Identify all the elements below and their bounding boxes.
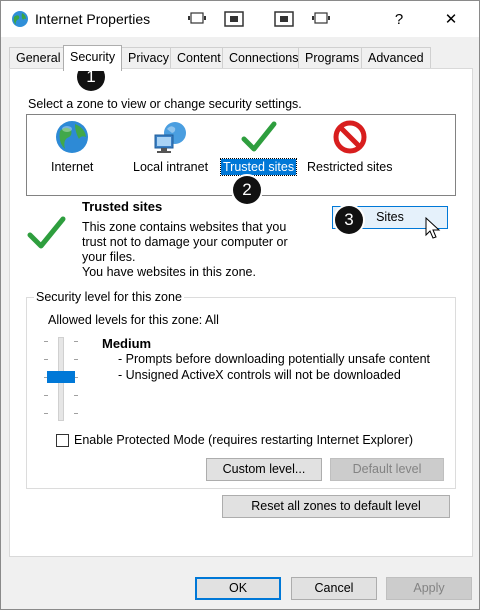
security-level-detail: - Unsigned ActiveX controls will not be … (118, 368, 401, 382)
allowed-levels-label: Allowed levels for this zone: All (48, 313, 219, 327)
window-restore-small-icon[interactable] (223, 11, 245, 27)
internet-properties-window: Internet Properties ? ✕ General Security… (0, 0, 480, 610)
zone-restricted-sites[interactable]: Restricted sites (305, 119, 394, 175)
apply-button[interactable]: Apply (386, 577, 472, 600)
security-level-slider-thumb[interactable] (47, 371, 75, 383)
help-button[interactable]: ? (379, 1, 419, 37)
tab-strip: General Security Privacy Content Connect… (9, 45, 473, 71)
callout-2: 2 (233, 176, 261, 204)
window-title: Internet Properties (35, 11, 151, 27)
zone-trusted-sites[interactable]: Trusted sites (219, 119, 298, 176)
reset-all-zones-button[interactable]: Reset all zones to default level (222, 495, 450, 518)
zone-prompt: Select a zone to view or change security… (28, 97, 302, 111)
protected-mode-checkbox[interactable] (56, 433, 69, 447)
protected-mode-row[interactable]: Enable Protected Mode (requires restarti… (56, 433, 413, 447)
zone-internet[interactable]: Internet (49, 119, 95, 175)
restricted-icon (333, 120, 367, 154)
internet-properties-icon (12, 11, 28, 27)
zone-label-internet: Internet (51, 160, 94, 174)
callout-3: 3 (335, 206, 363, 234)
security-level-group-label: Security level for this zone (34, 290, 184, 304)
zone-title: Trusted sites (82, 199, 163, 214)
trusted-zone-check-icon (27, 216, 66, 249)
zone-description: This zone contains websites that you tru… (82, 220, 288, 279)
tab-advanced[interactable]: Advanced (361, 47, 431, 69)
tab-content[interactable]: Content (170, 47, 228, 69)
cancel-button[interactable]: Cancel (291, 577, 377, 600)
tab-connections[interactable]: Connections (222, 47, 306, 69)
default-level-button[interactable]: Default level (330, 458, 444, 481)
security-level-name: Medium (102, 336, 152, 351)
tab-programs[interactable]: Programs (298, 47, 367, 69)
intranet-icon (154, 122, 186, 153)
mouse-cursor-icon (425, 217, 441, 239)
globe-icon (56, 121, 89, 153)
ok-button[interactable]: OK (195, 577, 281, 600)
tab-general[interactable]: General (9, 47, 68, 69)
tab-security[interactable]: Security (63, 45, 123, 71)
check-icon (241, 121, 277, 152)
security-level-detail: - Prompts before downloading potentially… (118, 352, 430, 366)
title-bar: Internet Properties ? ✕ (1, 1, 479, 37)
zone-local-intranet[interactable]: Local intranet (131, 119, 210, 175)
custom-level-button[interactable]: Custom level... (206, 458, 322, 481)
protected-mode-label[interactable]: Enable Protected Mode (requires restarti… (74, 433, 413, 447)
window-snap-icon[interactable] (187, 11, 207, 25)
security-panel: Select a zone to view or change security… (9, 68, 473, 557)
window-maximize-small-icon[interactable] (273, 11, 295, 27)
window-snap-right-icon[interactable] (311, 11, 331, 25)
tab-privacy[interactable]: Privacy (121, 47, 176, 69)
zone-label-local-intranet: Local intranet (133, 160, 209, 174)
zone-label-trusted-sites: Trusted sites (219, 158, 298, 176)
close-button[interactable]: ✕ (431, 1, 471, 37)
zone-label-restricted-sites: Restricted sites (307, 160, 393, 174)
